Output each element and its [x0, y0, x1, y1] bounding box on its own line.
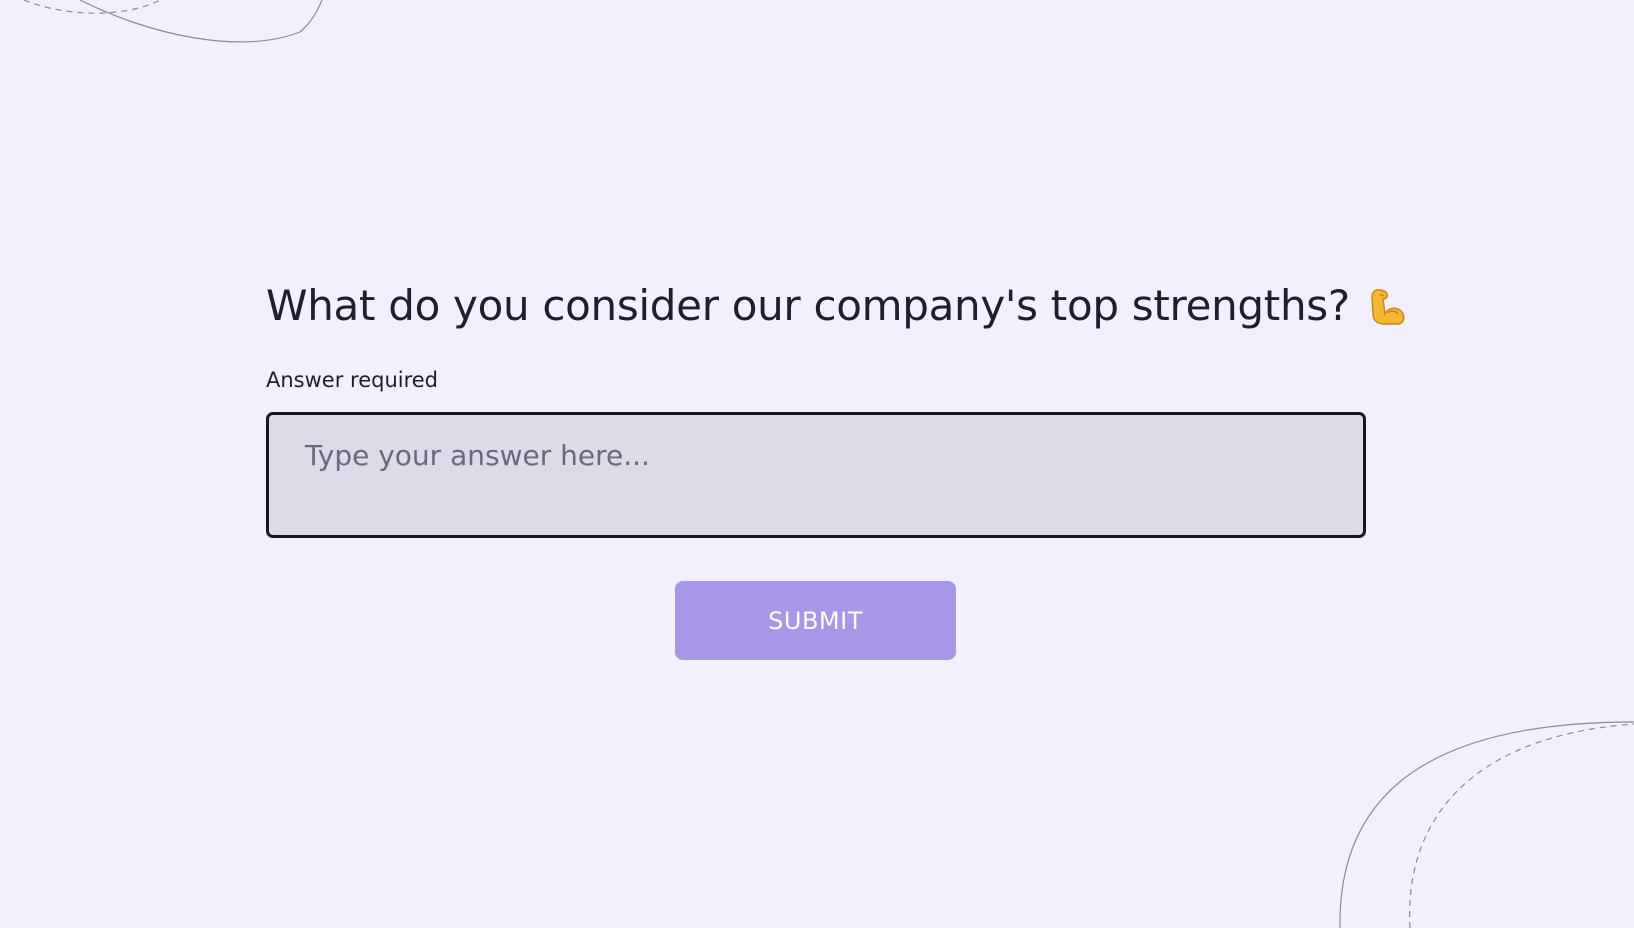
- flexed-biceps-icon: [1364, 284, 1408, 328]
- submit-button[interactable]: SUBMIT: [675, 581, 956, 660]
- survey-form: What do you consider our company's top s…: [266, 274, 1405, 660]
- answer-input[interactable]: [266, 412, 1366, 538]
- answer-required-label: Answer required: [266, 368, 439, 392]
- question-text: What do you consider our company's top s…: [266, 281, 1350, 330]
- question-heading: What do you consider our company's top s…: [266, 274, 1405, 338]
